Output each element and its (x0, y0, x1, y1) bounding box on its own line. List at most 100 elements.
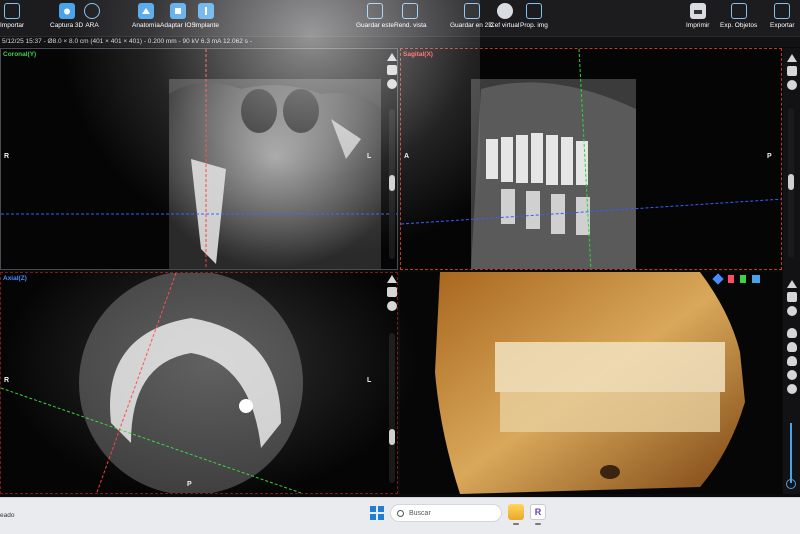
save-icon (366, 3, 383, 19)
skull-bottom-icon[interactable] (787, 384, 797, 394)
alert-icon[interactable] (787, 54, 797, 62)
zoom-slider[interactable] (790, 423, 792, 483)
axial-scrollbar[interactable] (389, 333, 395, 483)
right-tool-column (783, 48, 800, 494)
wrench-icon[interactable] (387, 301, 397, 311)
ceph-icon (496, 3, 513, 19)
capture-3d-label: Captura 3D (50, 22, 84, 29)
render-view-icon (402, 3, 419, 19)
image-properties-button[interactable]: Prop. img (520, 3, 548, 29)
save-view-button[interactable]: Guardar este (356, 3, 394, 29)
search-placeholder: Buscar (409, 509, 431, 517)
import-button[interactable]: Importar (0, 3, 24, 29)
windows-start-icon[interactable] (370, 506, 384, 520)
export-objects-icon (730, 3, 747, 19)
render-3d-view[interactable] (400, 272, 782, 494)
anatomy-label: Anatomía (132, 22, 160, 29)
wrench-icon[interactable] (787, 306, 797, 316)
render-view-label: Rend. vista (394, 22, 427, 29)
coronal-scroll-thumb[interactable] (389, 175, 395, 191)
taskbar-search[interactable]: Buscar (390, 504, 502, 522)
export-label: Exportar (770, 22, 795, 29)
search-icon (397, 509, 404, 517)
dental-app-icon[interactable]: R (530, 504, 546, 520)
save-2d-label: Guardar en 2D (450, 22, 493, 29)
ceph-button[interactable]: Cef virtual (490, 3, 519, 29)
blue-marker-icon[interactable] (752, 275, 760, 283)
coronal-left-marker: R (4, 153, 10, 160)
import-label: Importar (0, 22, 25, 29)
anatomy-button[interactable]: Anatomía (132, 3, 160, 29)
alert-icon[interactable] (387, 53, 397, 61)
status-text: eado (0, 512, 15, 519)
render-view-button[interactable]: Rend. vista (394, 3, 427, 29)
print-button[interactable]: Imprimir (686, 3, 709, 29)
wrench-icon[interactable] (787, 80, 797, 90)
scan-info-line: 5/12/25 15:37 - Ø8.0 × 8.0 cm (401 × 401… (0, 37, 800, 47)
image-properties-icon (525, 3, 542, 19)
camera-icon[interactable] (787, 66, 797, 76)
skull-left-icon[interactable] (787, 342, 797, 352)
alert-icon[interactable] (787, 280, 797, 288)
windows-taskbar: eado Buscar R (0, 497, 800, 534)
file-explorer-indicator (513, 523, 519, 525)
coronal-tools (385, 53, 397, 89)
camera-icon[interactable] (787, 292, 797, 302)
print-label: Imprimir (686, 22, 710, 29)
coronal-view[interactable]: Coronal(Y) R L A (0, 48, 398, 270)
file-explorer-icon[interactable] (508, 504, 524, 520)
axial-title: Axial(Z) (3, 275, 27, 282)
implant-icon (198, 3, 215, 19)
axial-bottom-marker: P (187, 481, 192, 488)
render-3d-image (435, 272, 745, 494)
wrench-icon[interactable] (387, 79, 397, 89)
sagital-image (401, 49, 781, 269)
sagital-scroll-thumb[interactable] (788, 174, 794, 190)
star-icon[interactable] (712, 273, 724, 285)
ara-button[interactable]: ARA (84, 3, 100, 29)
coronal-right-marker: L (367, 153, 372, 160)
axial-image (1, 273, 303, 493)
axial-tools (385, 275, 397, 311)
adapt-ios-button[interactable]: Adaptar IOS (160, 3, 196, 29)
export-objects-label: Exp. Objetos (720, 22, 758, 29)
ara-icon (84, 3, 100, 19)
import-icon (4, 3, 21, 19)
sagital-view[interactable]: Sagital(X) A P (400, 48, 782, 270)
export-icon (774, 3, 791, 19)
export-button[interactable]: Exportar (770, 3, 795, 29)
save-2d-button[interactable]: Guardar en 2D (450, 3, 493, 29)
axial-scroll-thumb[interactable] (389, 429, 395, 445)
coronal-title: Coronal(Y) (3, 51, 37, 58)
sagital-title: Sagital(X) (403, 51, 433, 58)
implant-button[interactable]: Implante (194, 3, 219, 29)
image-properties-label: Prop. img (520, 22, 548, 29)
save-2d-icon (463, 3, 480, 19)
skull-front-icon[interactable] (787, 328, 797, 338)
alert-icon[interactable] (387, 275, 397, 283)
zoom-slider-handle[interactable] (786, 479, 796, 489)
coronal-image (1, 49, 397, 269)
skull-top-icon[interactable] (787, 370, 797, 380)
save-view-label: Guardar este (356, 22, 394, 29)
skull-right-icon[interactable] (787, 356, 797, 366)
red-marker-icon[interactable] (728, 275, 734, 283)
axial-view[interactable]: Axial(Z) R L P (0, 272, 398, 494)
sagital-left-marker: A (404, 153, 410, 160)
green-marker-icon[interactable] (740, 275, 746, 283)
sagital-tools (785, 54, 799, 90)
dental-app-indicator (535, 523, 541, 525)
implant-label: Implante (194, 22, 219, 29)
sagital-right-marker: P (767, 153, 772, 160)
adapt-ios-icon (169, 3, 186, 19)
export-objects-button[interactable]: Exp. Objetos (720, 3, 757, 29)
capture-3d-button[interactable]: Captura 3D (50, 3, 83, 29)
ceph-label: Cef virtual (490, 22, 520, 29)
axial-left-marker: R (4, 377, 10, 384)
camera-3d-icon (58, 3, 75, 19)
adapt-ios-label: Adaptar IOS (160, 22, 196, 29)
camera-icon[interactable] (387, 287, 397, 297)
toolbar-3d (712, 273, 760, 285)
camera-icon[interactable] (387, 65, 397, 75)
ara-label: ARA (85, 22, 99, 29)
